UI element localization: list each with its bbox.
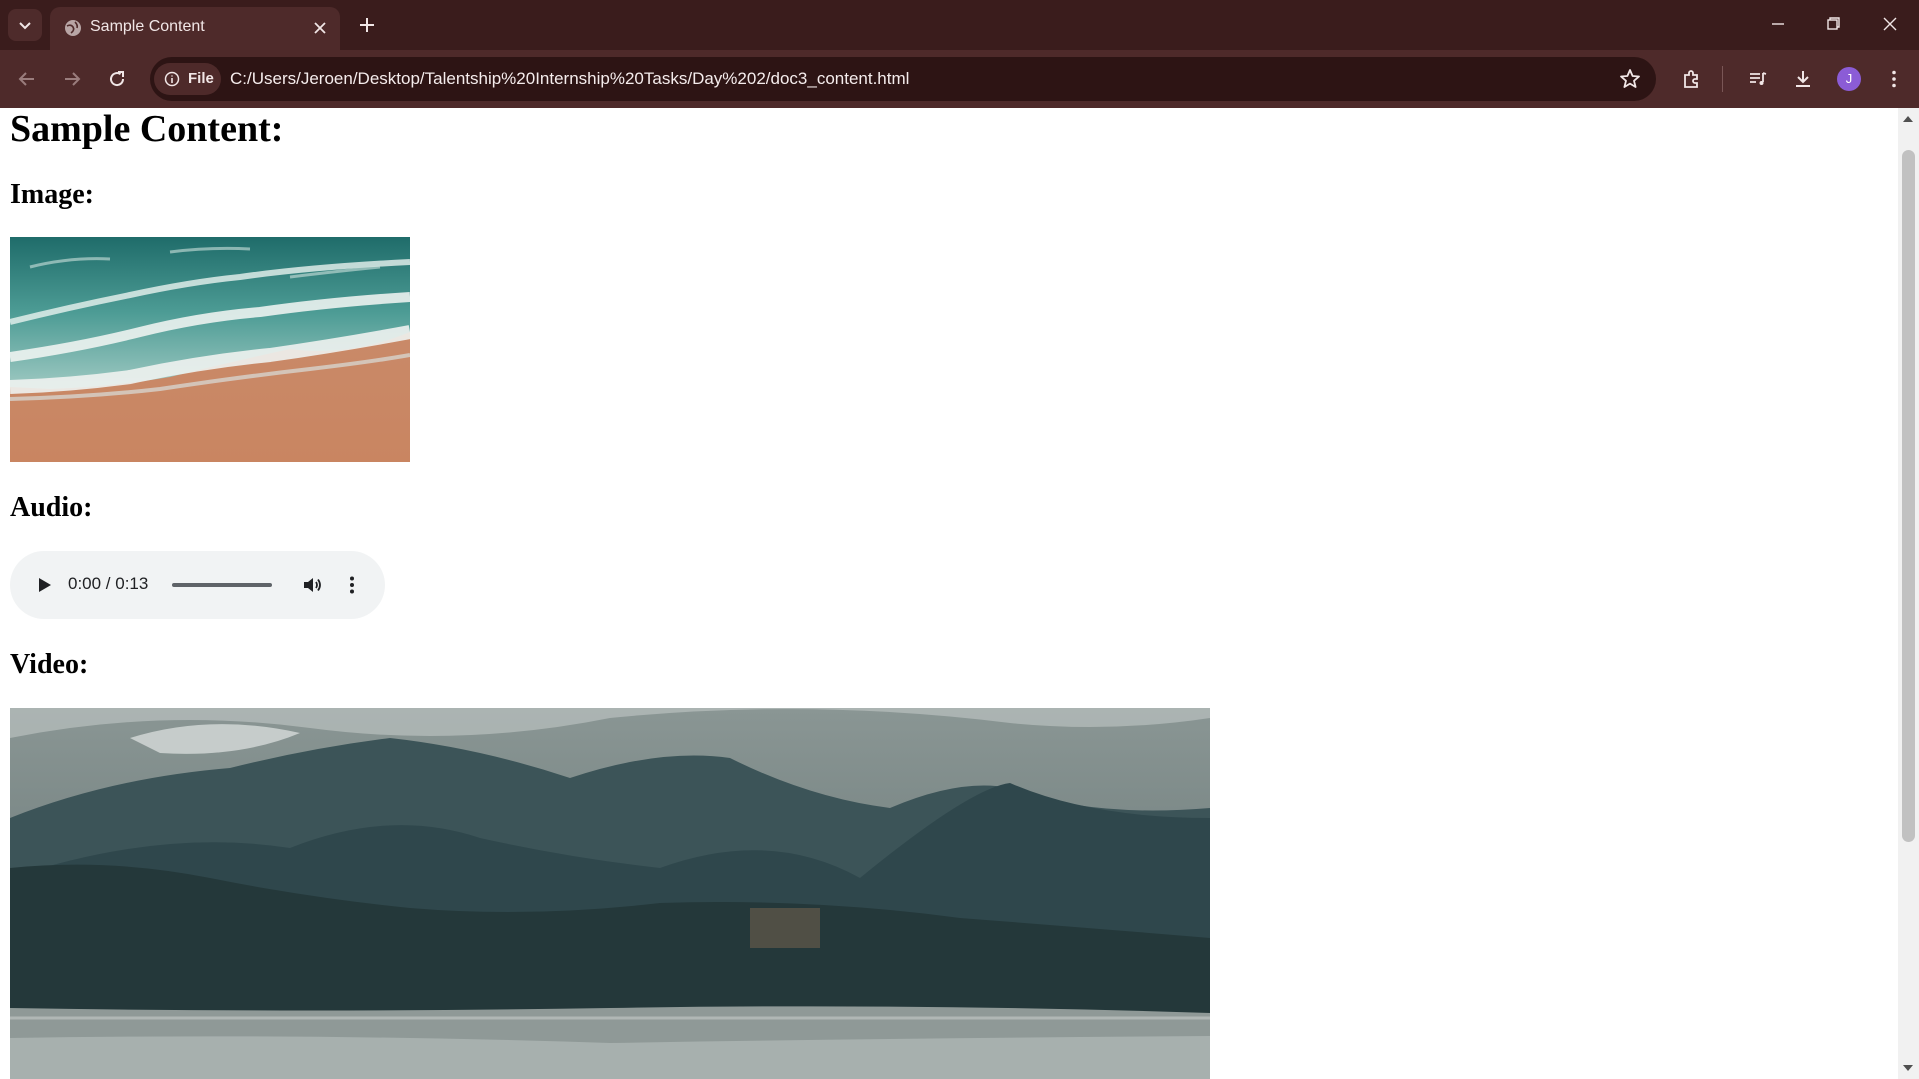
page-scrollbar[interactable] [1898, 108, 1919, 1079]
reload-icon[interactable] [105, 67, 129, 91]
avatar[interactable]: J [1837, 67, 1861, 91]
forward-icon[interactable] [60, 67, 84, 91]
tab-title: Sample Content [90, 18, 205, 35]
audio-seek-bar[interactable] [172, 583, 272, 587]
volume-icon[interactable] [300, 573, 324, 597]
scroll-down-arrow-icon[interactable] [1903, 1065, 1913, 1071]
audio-time: 0:00 / 0:13 [68, 574, 149, 593]
plus-icon[interactable] [355, 13, 379, 37]
browser-toolbar: File C:/Users/Jeroen/Desktop/Talentship%… [0, 50, 1919, 108]
video-heading: Video: [10, 649, 89, 680]
minimize-icon[interactable] [1765, 11, 1791, 37]
video-player[interactable] [10, 708, 1210, 1079]
star-icon[interactable] [1618, 67, 1642, 91]
download-icon[interactable] [1791, 67, 1815, 91]
address-bar[interactable]: File C:/Users/Jeroen/Desktop/Talentship%… [150, 57, 1656, 101]
globe-icon [65, 20, 81, 36]
info-icon [164, 71, 180, 87]
media-controls-icon[interactable] [1746, 67, 1770, 91]
url-text[interactable]: C:/Users/Jeroen/Desktop/Talentship%20Int… [230, 69, 909, 89]
audio-heading: Audio: [10, 492, 93, 523]
page-content: Sample Content: Image: Audio: 0:00 / 0:1… [0, 108, 1898, 1079]
restore-icon[interactable] [1820, 11, 1846, 37]
tab-sample-content[interactable]: Sample Content [50, 7, 340, 50]
more-vert-icon[interactable] [1882, 67, 1906, 91]
scroll-up-arrow-icon[interactable] [1903, 116, 1913, 122]
more-vert-icon[interactable] [340, 573, 364, 597]
site-chip-label: File [188, 70, 214, 87]
audio-player[interactable]: 0:00 / 0:13 [10, 551, 385, 619]
toolbar-divider [1722, 66, 1723, 92]
beach-image [10, 237, 410, 462]
chevron-down-icon [19, 22, 31, 30]
play-icon[interactable] [32, 573, 56, 597]
close-window-icon[interactable] [1877, 11, 1903, 37]
tab-strip: Sample Content [0, 0, 1919, 50]
scroll-thumb[interactable] [1902, 150, 1915, 842]
image-heading: Image: [10, 179, 94, 210]
tab-search-button[interactable] [8, 9, 42, 41]
close-icon[interactable] [310, 18, 330, 38]
site-info-chip[interactable]: File [154, 63, 221, 95]
extensions-icon[interactable] [1680, 67, 1704, 91]
back-icon[interactable] [15, 67, 39, 91]
page-title: Sample Content: [10, 108, 284, 150]
